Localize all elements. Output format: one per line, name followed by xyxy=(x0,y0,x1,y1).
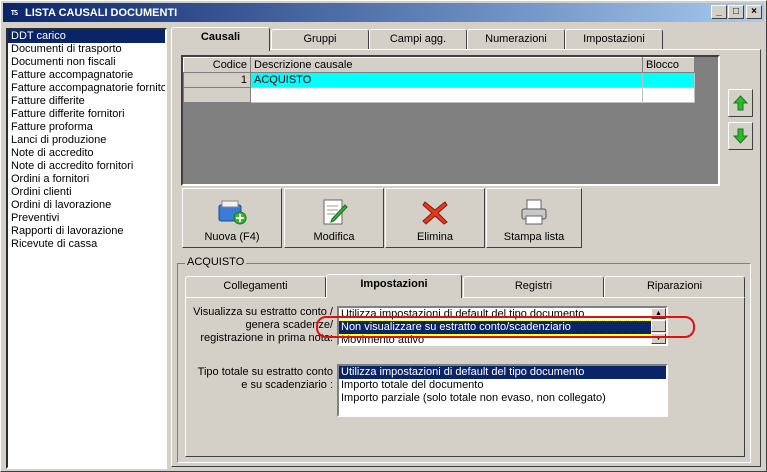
tab-impostazioni[interactable]: Impostazioni xyxy=(326,274,462,298)
list-item[interactable]: Fatture proforma xyxy=(8,121,165,134)
group-title: ACQUISTO xyxy=(185,256,247,268)
column-header-blocco[interactable]: Blocco xyxy=(642,57,695,73)
close-button[interactable]: × xyxy=(746,5,762,19)
list-item[interactable]: Fatture differite fornitori xyxy=(8,108,165,121)
list-item[interactable]: DDT carico xyxy=(8,30,165,43)
table-row[interactable] xyxy=(183,87,695,103)
move-down-button[interactable] xyxy=(728,122,753,150)
new-button-label: Nuova (F4) xyxy=(204,231,260,243)
cell-blocco[interactable] xyxy=(642,72,695,88)
edit-button-label: Modifica xyxy=(313,231,355,243)
tab-collegamenti[interactable]: Collegamenti xyxy=(185,276,326,297)
arrow-down-icon xyxy=(732,128,749,144)
list-item[interactable]: Ordini a fornitori xyxy=(8,173,165,186)
edit-button[interactable]: Modifica xyxy=(284,188,384,248)
table-row[interactable]: 1 ACQUISTO xyxy=(183,72,695,88)
delete-button[interactable]: Elimina xyxy=(385,188,485,248)
list-item[interactable]: Ordini di lavorazione xyxy=(8,199,165,212)
column-header-codice[interactable]: Codice xyxy=(183,57,251,73)
tab-impostazioni-main[interactable]: Impostazioni xyxy=(565,29,663,50)
list-item[interactable]: Note di accredito xyxy=(8,147,165,160)
list-item[interactable]: Ordini clienti xyxy=(8,186,165,199)
title-bar[interactable]: TS LISTA CAUSALI DOCUMENTI _ □ × xyxy=(3,3,764,22)
print-list-button-label: Stampa lista xyxy=(503,231,565,243)
cell-blocco[interactable] xyxy=(642,87,695,103)
column-header-descrizione[interactable]: Descrizione causale xyxy=(250,57,643,73)
delete-button-label: Elimina xyxy=(416,231,454,243)
delete-x-icon xyxy=(422,201,448,225)
field2-label: Tipo totale su estratto conto e su scade… xyxy=(197,366,333,391)
cell-codice xyxy=(183,87,251,103)
annotation-highlight xyxy=(316,316,695,338)
list-item[interactable]: Preventivi xyxy=(8,212,165,225)
tab-gruppi[interactable]: Gruppi xyxy=(271,29,369,50)
causali-grid[interactable]: Codice Descrizione causale Blocco 1 ACQU… xyxy=(181,55,720,186)
list-item[interactable]: Documenti non fiscali xyxy=(8,56,165,69)
list-item[interactable]: Importo totale del documento xyxy=(339,379,666,392)
field1-label: Visualizza su estratto conto / genera sc… xyxy=(193,306,333,344)
maximize-button[interactable]: □ xyxy=(728,5,744,19)
list-item[interactable]: Rapporti di lavorazione xyxy=(8,225,165,238)
list-item[interactable]: Utilizza impostazioni di default del tip… xyxy=(339,366,666,379)
list-item[interactable]: Fatture differite xyxy=(8,95,165,108)
tab-riparazioni[interactable]: Riparazioni xyxy=(604,276,745,297)
list-item[interactable]: Importo parziale (solo totale non evaso,… xyxy=(339,392,666,405)
list-item[interactable]: Fatture accompagnatorie fornitori xyxy=(8,82,165,95)
cell-descrizione[interactable]: ACQUISTO xyxy=(250,72,643,88)
tab-numerazioni[interactable]: Numerazioni xyxy=(467,29,565,50)
tab-registri[interactable]: Registri xyxy=(463,276,604,297)
tab-causali[interactable]: Causali xyxy=(171,27,270,51)
arrow-up-icon xyxy=(732,95,749,111)
list-item[interactable]: Documenti di trasporto xyxy=(8,43,165,56)
print-list-button[interactable]: Stampa lista xyxy=(486,188,582,248)
window-title: LISTA CAUSALI DOCUMENTI xyxy=(25,6,178,19)
printer-icon xyxy=(521,199,547,225)
list-item[interactable]: Note di accredito fornitori xyxy=(8,160,165,173)
app-icon: TS xyxy=(10,8,18,17)
new-folder-icon xyxy=(218,200,247,225)
edit-document-icon xyxy=(323,199,348,225)
list-item[interactable]: Fatture accompagnatorie xyxy=(8,69,165,82)
minimize-button[interactable]: _ xyxy=(711,5,727,19)
total-type-listbox[interactable]: Utilizza impostazioni di default del tip… xyxy=(337,364,668,417)
tab-campi-agg[interactable]: Campi agg. xyxy=(369,29,467,50)
move-up-button[interactable] xyxy=(728,89,753,117)
new-button[interactable]: Nuova (F4) xyxy=(182,188,282,248)
document-type-list[interactable]: DDT carico Documenti di trasporto Docume… xyxy=(6,28,167,469)
list-item[interactable]: Ricevute di cassa xyxy=(8,238,165,251)
cell-descrizione[interactable] xyxy=(250,87,643,103)
main-window: TS LISTA CAUSALI DOCUMENTI _ □ × DDT car… xyxy=(0,0,767,472)
cell-codice: 1 xyxy=(183,72,251,88)
list-item[interactable]: Lanci di produzione xyxy=(8,134,165,147)
